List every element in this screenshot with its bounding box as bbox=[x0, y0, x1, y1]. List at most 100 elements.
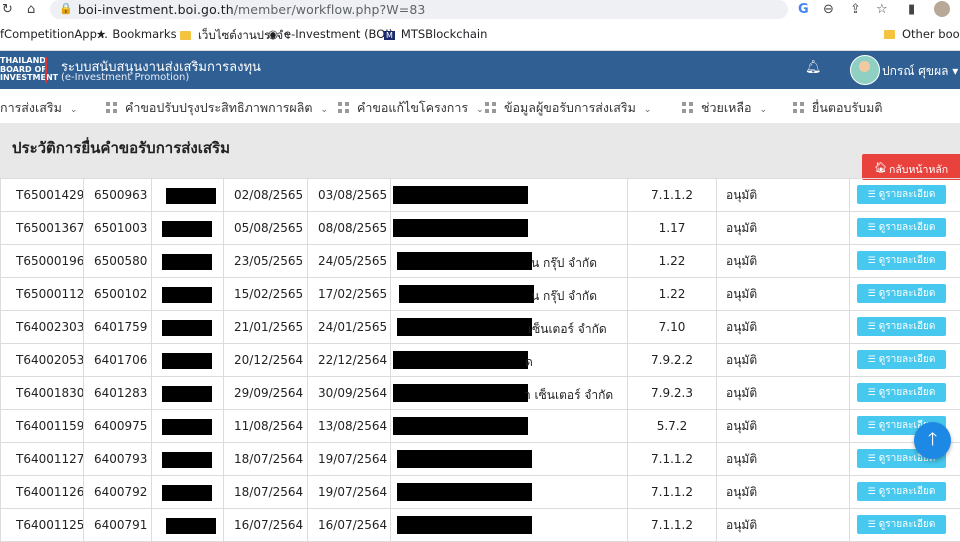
grid-icon bbox=[338, 102, 349, 113]
view-detail-label: ดูรายละเอียด bbox=[879, 321, 936, 332]
submit-date: 21/01/2565 bbox=[224, 311, 308, 344]
redaction-bar bbox=[162, 320, 212, 336]
project-number: 6401706 bbox=[84, 344, 152, 377]
menu-item-applicant-info[interactable]: ข้อมูลผู้ขอรับการส่งเสริม ⌄ bbox=[485, 98, 651, 118]
action-cell: ☰ดูรายละเอียด bbox=[850, 278, 960, 311]
receive-date: 13/08/2564 bbox=[308, 410, 391, 443]
request-id: T65000196 bbox=[1, 245, 84, 278]
receive-date: 24/05/2565 bbox=[308, 245, 391, 278]
list-icon: ☰ bbox=[868, 454, 876, 464]
star-icon[interactable]: ☆ bbox=[876, 2, 888, 17]
redaction-bar bbox=[162, 419, 212, 435]
view-detail-button[interactable]: ☰ดูรายละเอียด bbox=[857, 251, 946, 270]
redaction-bar bbox=[397, 483, 532, 501]
list-icon: ☰ bbox=[868, 355, 876, 365]
list-icon: ☰ bbox=[868, 190, 876, 200]
back-home-button[interactable]: 🏠︎ กลับหน้าหลัก bbox=[862, 154, 960, 180]
zoom-icon[interactable]: ⊖ bbox=[823, 2, 834, 17]
view-detail-label: ดูรายละเอียด bbox=[879, 387, 936, 398]
grid-icon bbox=[682, 102, 693, 113]
receive-date: 30/09/2564 bbox=[308, 377, 391, 410]
activity-type: 1.22 bbox=[628, 245, 717, 278]
globe-icon: ◉ bbox=[268, 27, 278, 41]
list-icon: ☰ bbox=[868, 421, 876, 431]
url-text: boi-investment.boi.go.th/member/workflow… bbox=[78, 2, 425, 17]
view-detail-button[interactable]: ☰ดูรายละเอียด bbox=[857, 515, 946, 534]
table-row: T65000112650010215/02/256517/02/2565น กร… bbox=[1, 278, 960, 311]
company-name-cell bbox=[391, 443, 628, 476]
reload-icon[interactable]: ↻ bbox=[2, 2, 13, 17]
status-text: อนุมัติ bbox=[717, 344, 850, 377]
sidebar-icon[interactable]: ▮ bbox=[908, 2, 915, 17]
table-row: T64001125640079116/07/256416/07/25647.1.… bbox=[1, 509, 960, 542]
submit-date: 20/12/2564 bbox=[224, 344, 308, 377]
view-detail-button[interactable]: ☰ดูรายละเอียด bbox=[857, 482, 946, 501]
action-cell: ☰ดูรายละเอียด bbox=[850, 344, 960, 377]
status-text: อนุมัติ bbox=[717, 476, 850, 509]
request-id: T64001127 bbox=[1, 443, 84, 476]
bookmark-item[interactable]: ★Bookmarks bbox=[96, 27, 177, 41]
project-number: 6400793 bbox=[84, 443, 152, 476]
view-detail-button[interactable]: ☰ดูรายละเอียด bbox=[857, 218, 946, 237]
bookmark-item[interactable]: fCompetitionApp... bbox=[0, 27, 108, 41]
menu-label: คำขอปรับปรุงประสิทธิภาพการผลิต bbox=[125, 100, 313, 115]
view-detail-label: ดูรายละเอียด bbox=[879, 354, 936, 365]
list-icon: ☰ bbox=[868, 322, 876, 332]
chevron-down-icon: ⌄ bbox=[321, 105, 329, 115]
bookmark-item[interactable]: Other bookm bbox=[884, 27, 960, 41]
menu-item-efficiency[interactable]: คำขอปรับปรุงประสิทธิภาพการผลิต ⌄ bbox=[106, 98, 328, 118]
home-icon[interactable]: ⌂ bbox=[27, 2, 35, 17]
redaction-bar bbox=[162, 386, 212, 402]
project-number: 6500102 bbox=[84, 278, 152, 311]
avatar[interactable] bbox=[850, 55, 880, 85]
bookmark-item[interactable]: MMTSBlockchain bbox=[384, 27, 487, 41]
menu-label: ยื่นตอบรับมติ bbox=[812, 100, 882, 115]
project-number: 6400792 bbox=[84, 476, 152, 509]
status-text: อนุมัติ bbox=[717, 509, 850, 542]
activity-type: 7.1.1.2 bbox=[628, 179, 717, 212]
share-icon[interactable]: ⇪ bbox=[850, 2, 861, 17]
action-cell: ☰ดูรายละเอียด bbox=[850, 509, 960, 542]
submit-date: 16/07/2564 bbox=[224, 509, 308, 542]
google-icon[interactable]: G bbox=[798, 2, 809, 17]
view-detail-label: ดูรายละเอียด bbox=[879, 189, 936, 200]
submit-date: 11/08/2564 bbox=[224, 410, 308, 443]
main-menu: การส่งเสริม⌄ คำขอปรับปรุงประสิทธิภาพการผ… bbox=[0, 89, 960, 124]
user-menu[interactable]: ปกรณ์ ศุขผล ▾ bbox=[882, 62, 958, 81]
logo-line: INVESTMENT bbox=[0, 74, 58, 83]
address-bar[interactable]: 🔒 boi-investment.boi.go.th/member/workfl… bbox=[50, 0, 788, 19]
history-table: T65001429650096302/08/256503/08/25657.1.… bbox=[0, 178, 960, 542]
browser-toolbar: ↻ ⌂ 🔒 boi-investment.boi.go.th/member/wo… bbox=[0, 0, 960, 20]
view-detail-button[interactable]: ☰ดูรายละเอียด bbox=[857, 383, 946, 402]
redaction-bar bbox=[397, 318, 532, 336]
view-detail-button[interactable]: ☰ดูรายละเอียด bbox=[857, 185, 946, 204]
menu-item-project-edit[interactable]: คำขอแก้ไขโครงการ⌄ bbox=[338, 98, 484, 118]
menu-label: ข้อมูลผู้ขอรับการส่งเสริม bbox=[504, 100, 636, 115]
status-text: อนุมัติ bbox=[717, 443, 850, 476]
profile-icon[interactable] bbox=[934, 1, 950, 17]
menu-item-resolution[interactable]: ยื่นตอบรับมติ bbox=[793, 98, 882, 118]
menu-item-promotion[interactable]: การส่งเสริม⌄ bbox=[0, 98, 77, 118]
redacted-cell bbox=[152, 212, 224, 245]
scroll-top-button[interactable]: 🡑 bbox=[914, 422, 951, 459]
submit-date: 05/08/2565 bbox=[224, 212, 308, 245]
view-detail-label: ดูรายละเอียด bbox=[879, 288, 936, 299]
url-host: boi-investment.boi.go.th bbox=[78, 2, 234, 17]
list-icon: ☰ bbox=[868, 289, 876, 299]
menu-label: ช่วยเหลือ bbox=[701, 100, 752, 115]
view-detail-button[interactable]: ☰ดูรายละเอียด bbox=[857, 317, 946, 336]
table-row: T65000196650058023/05/256524/05/2565น กร… bbox=[1, 245, 960, 278]
view-detail-button[interactable]: ☰ดูรายละเอียด bbox=[857, 350, 946, 369]
action-cell: ☰ดูรายละเอียด bbox=[850, 179, 960, 212]
view-detail-button[interactable]: ☰ดูรายละเอียด bbox=[857, 284, 946, 303]
activity-type: 7.9.2.2 bbox=[628, 344, 717, 377]
bookmark-item[interactable]: ◉ e-Investment (BOI) bbox=[268, 27, 393, 41]
redaction-bar bbox=[162, 287, 212, 303]
bell-icon[interactable]: 🔔︎ bbox=[805, 60, 822, 75]
menu-item-help[interactable]: ช่วยเหลือ⌄ bbox=[682, 98, 767, 118]
chevron-down-icon: ⌄ bbox=[644, 105, 652, 115]
bookmark-label: e-Investment (BOI) bbox=[284, 27, 393, 41]
request-id: T64001830 bbox=[1, 377, 84, 410]
status-text: อนุมัติ bbox=[717, 311, 850, 344]
submit-date: 15/02/2565 bbox=[224, 278, 308, 311]
